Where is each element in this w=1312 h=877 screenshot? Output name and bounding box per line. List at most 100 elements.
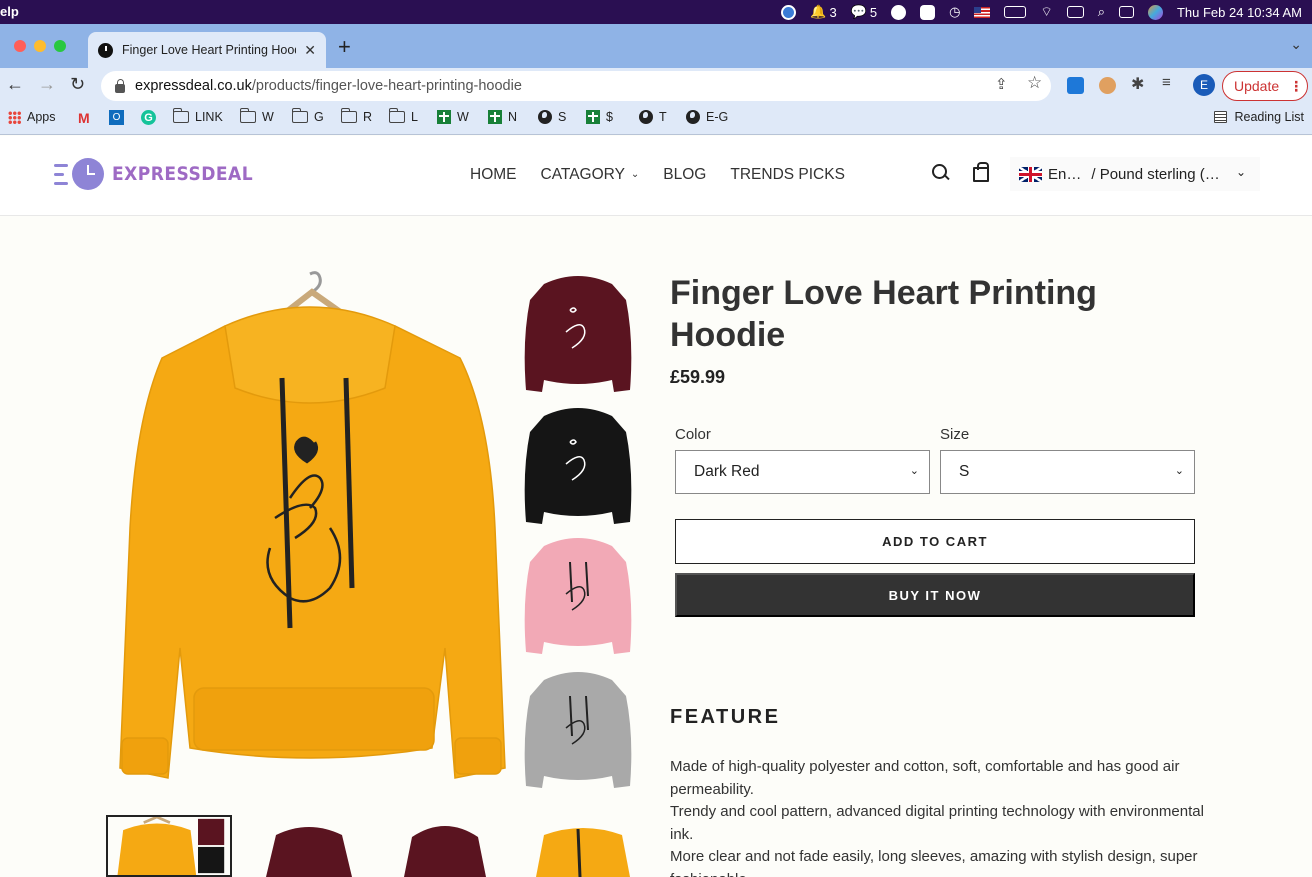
- wifi-icon[interactable]: ⌔: [1040, 4, 1052, 20]
- nav-trends-picks[interactable]: TRENDS PICKS: [730, 166, 845, 184]
- color-select[interactable]: Dark Red ⌄: [675, 450, 930, 494]
- product-price: £59.99: [670, 367, 726, 387]
- forward-arrow-icon[interactable]: →: [38, 74, 56, 95]
- folder-icon: [172, 108, 189, 123]
- bookmark-folder-g[interactable]: G: [291, 108, 324, 124]
- size-select[interactable]: S ⌄: [940, 450, 1195, 494]
- address-bar[interactable]: expressdeal.co.uk/products/finger-love-h…: [101, 71, 1051, 101]
- window-zoom-button[interactable]: [54, 40, 66, 52]
- bookmark-outlook[interactable]: O: [109, 110, 124, 125]
- site-logo[interactable]: EXPRESSDEAL: [54, 158, 269, 190]
- share-icon[interactable]: ⇪: [995, 75, 1008, 93]
- url-path: /products/finger-love-heart-printing-hoo…: [251, 78, 522, 94]
- menubar-clock[interactable]: Thu Feb 24 10:34 AM: [1177, 5, 1302, 20]
- time-machine-icon[interactable]: ◷: [949, 4, 960, 20]
- thumbnail-4[interactable]: [520, 815, 646, 877]
- checkmark-icon[interactable]: [920, 4, 936, 20]
- bookmark-sheet-dollar[interactable]: $: [586, 110, 613, 124]
- nav-home[interactable]: HOME: [470, 166, 517, 184]
- currency-value: / Pound sterling (…: [1091, 165, 1220, 183]
- control-center-icon[interactable]: [1118, 6, 1134, 18]
- search-icon[interactable]: [932, 164, 949, 181]
- uk-flag-icon: [1019, 166, 1042, 182]
- nav-blog[interactable]: BLOG: [663, 166, 706, 184]
- keyboard-icon[interactable]: [1066, 6, 1084, 18]
- color-label: Color: [675, 426, 711, 443]
- locale-currency-selector[interactable]: En… / Pound sterling (… ⌄: [1010, 157, 1260, 191]
- bookmark-gmail[interactable]: M: [78, 110, 90, 126]
- wechat-icon[interactable]: 💬 5: [851, 4, 877, 20]
- download-extension-icon[interactable]: [1067, 77, 1084, 94]
- cart-icon[interactable]: [973, 162, 989, 182]
- apps-grid-icon: [8, 110, 21, 124]
- chevron-down-icon: ⌄: [1174, 465, 1184, 477]
- bookmark-grammarly[interactable]: G: [141, 110, 156, 125]
- product-thumb-dark-red[interactable]: [514, 270, 642, 400]
- reload-icon[interactable]: ↻: [70, 74, 85, 95]
- bookmark-folder-link[interactable]: LINK: [172, 108, 223, 124]
- thumbnail-3[interactable]: [382, 815, 508, 877]
- tab-close-icon[interactable]: ✕: [304, 42, 316, 59]
- lock-icon[interactable]: [115, 78, 125, 93]
- bookmark-globe-eg[interactable]: E-G: [686, 110, 728, 124]
- feature-paragraph: Trendy and cool pattern, advanced digita…: [670, 803, 1204, 843]
- product-thumb-pink[interactable]: [514, 532, 642, 662]
- add-to-cart-button[interactable]: ADD TO CART: [675, 519, 1195, 564]
- folder-icon: [340, 108, 357, 123]
- bookmark-apps[interactable]: Apps: [8, 110, 56, 124]
- product-thumb-black[interactable]: [514, 402, 642, 532]
- window-minimize-button[interactable]: [34, 40, 46, 52]
- chat-count: 5: [869, 4, 878, 20]
- google-sheets-icon: [437, 110, 451, 124]
- browser-toolbar: ← → ↻ expressdeal.co.uk/products/finger-…: [0, 68, 1312, 104]
- clock-logo-icon: [72, 158, 104, 190]
- site-header: EXPRESSDEAL HOME CATAGORY ⌄ BLOG TRENDS P…: [0, 136, 1312, 216]
- buy-it-now-button[interactable]: BUY IT NOW: [675, 573, 1195, 617]
- bookmarks-bar: Apps M O G LINK W G R L W N S $ T E-G Re…: [0, 104, 1312, 135]
- notification-bell-icon[interactable]: 🔔 3: [810, 4, 836, 20]
- window-close-button[interactable]: [14, 40, 26, 52]
- media-playlist-icon[interactable]: ≡: [1162, 74, 1171, 91]
- feature-description: Made of high-quality polyester and cotto…: [670, 756, 1210, 877]
- siri-icon[interactable]: [1147, 4, 1163, 20]
- extensions-puzzle-icon[interactable]: ✱: [1131, 74, 1144, 94]
- url-domain: expressdeal.co.uk: [135, 78, 252, 94]
- thumbnail-2[interactable]: [246, 815, 372, 877]
- google-sheets-icon: [488, 110, 502, 124]
- folder-icon: [291, 108, 308, 123]
- owl-extension-icon[interactable]: [1099, 77, 1116, 94]
- browser-tab-active[interactable]: Finger Love Heart Printing Hoodie ✕: [88, 32, 326, 68]
- folder-icon: [388, 108, 405, 123]
- tab-search-chevron-icon[interactable]: ⌄: [1290, 36, 1302, 53]
- bookmark-globe-t[interactable]: T: [639, 110, 667, 124]
- app-menu-help[interactable]: elp: [0, 4, 19, 19]
- spotlight-search-icon[interactable]: ⌕: [1098, 4, 1105, 20]
- bookmark-globe-s[interactable]: S: [538, 110, 566, 124]
- bookmark-star-icon[interactable]: ☆: [1027, 73, 1042, 93]
- size-select-value: S: [959, 463, 970, 480]
- bookmark-folder-l[interactable]: L: [388, 108, 418, 124]
- product-main-image[interactable]: [110, 268, 514, 788]
- feature-heading: FEATURE: [670, 706, 781, 728]
- google-sheets-icon: [586, 110, 600, 124]
- back-arrow-icon[interactable]: ←: [6, 74, 24, 95]
- reading-list-button[interactable]: Reading List: [1213, 110, 1304, 124]
- thumbnail-1[interactable]: [106, 815, 232, 877]
- folder-icon: [239, 108, 256, 123]
- bookmark-folder-r[interactable]: R: [340, 108, 372, 124]
- battery-icon[interactable]: [1004, 6, 1027, 18]
- us-flag-icon[interactable]: [974, 6, 991, 18]
- teamviewer-icon[interactable]: [781, 4, 797, 20]
- bookmark-sheet-w[interactable]: W: [437, 110, 469, 124]
- browser-update-button[interactable]: Update ⋮: [1222, 71, 1308, 101]
- bookmark-folder-w[interactable]: W: [239, 108, 274, 124]
- chevron-down-icon: ⌄: [1235, 165, 1246, 179]
- product-thumb-grey[interactable]: [514, 666, 642, 796]
- nav-category[interactable]: CATAGORY ⌄: [541, 166, 640, 184]
- new-tab-plus-icon[interactable]: +: [338, 34, 351, 60]
- shield-icon[interactable]: [891, 4, 907, 20]
- feature-paragraph: More clear and not fade easily, long sle…: [670, 848, 1198, 877]
- bookmark-sheet-n[interactable]: N: [488, 110, 517, 124]
- more-vert-icon[interactable]: ⋮: [1289, 78, 1303, 95]
- profile-avatar[interactable]: E: [1193, 74, 1215, 96]
